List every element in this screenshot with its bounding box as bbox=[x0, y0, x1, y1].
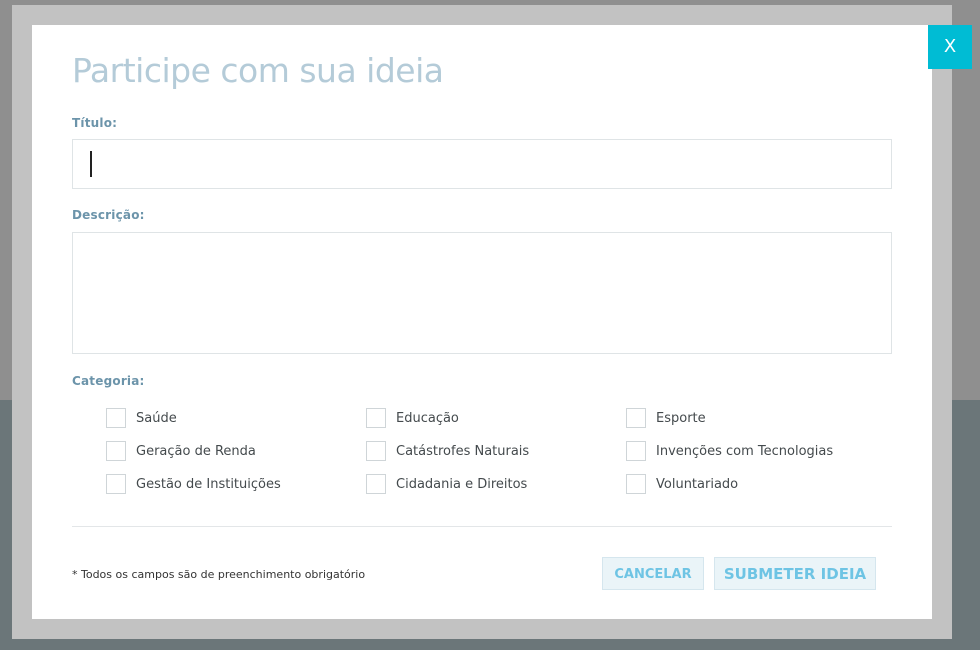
close-button[interactable]: X bbox=[928, 25, 972, 69]
checkbox[interactable] bbox=[106, 408, 126, 428]
category-option-invencoes-com-tecnologias[interactable]: Invenções com Tecnologias bbox=[626, 440, 833, 462]
checkbox[interactable] bbox=[626, 474, 646, 494]
description-field-label: Descrição: bbox=[72, 208, 145, 222]
category-option-esporte[interactable]: Esporte bbox=[626, 407, 706, 429]
title-field-label: Título: bbox=[72, 116, 118, 130]
category-option-educacao[interactable]: Educação bbox=[366, 407, 459, 429]
category-option-label: Catástrofes Naturais bbox=[396, 443, 530, 459]
category-option-cidadania-e-direitos[interactable]: Cidadania e Direitos bbox=[366, 473, 527, 495]
category-option-label: Voluntariado bbox=[656, 476, 739, 492]
category-option-voluntariado[interactable]: Voluntariado bbox=[626, 473, 738, 495]
title-input[interactable] bbox=[72, 139, 892, 189]
checkbox[interactable] bbox=[366, 441, 386, 461]
checkbox[interactable] bbox=[626, 441, 646, 461]
category-option-catastrofes-naturais[interactable]: Catástrofes Naturais bbox=[366, 440, 529, 462]
category-options: Saúde Educação Esporte Geração de Renda … bbox=[74, 382, 834, 494]
checkbox[interactable] bbox=[626, 408, 646, 428]
cancel-button[interactable]: CANCELAR bbox=[602, 557, 704, 590]
category-option-label: Geração de Renda bbox=[136, 443, 256, 459]
category-option-label: Esporte bbox=[656, 410, 706, 426]
category-option-label: Invenções com Tecnologias bbox=[656, 443, 834, 459]
category-option-label: Gestão de Instituições bbox=[136, 476, 281, 492]
checkbox[interactable] bbox=[366, 474, 386, 494]
checkbox[interactable] bbox=[106, 474, 126, 494]
checkbox[interactable] bbox=[106, 441, 126, 461]
category-option-saude[interactable]: Saúde bbox=[106, 407, 177, 429]
checkbox[interactable] bbox=[366, 408, 386, 428]
idea-modal: Participe com sua ideia Título: Descriçã… bbox=[32, 25, 932, 619]
category-option-geracao-de-renda[interactable]: Geração de Renda bbox=[106, 440, 256, 462]
text-caret bbox=[90, 151, 92, 177]
category-option-gestao-de-instituicoes[interactable]: Gestão de Instituições bbox=[106, 473, 281, 495]
divider bbox=[72, 526, 892, 527]
category-option-label: Saúde bbox=[136, 410, 177, 426]
description-textarea[interactable] bbox=[72, 232, 892, 354]
submit-idea-button[interactable]: SUBMETER IDEIA bbox=[714, 557, 876, 590]
category-option-label: Educação bbox=[396, 410, 459, 426]
required-fields-note: * Todos os campos são de preenchimento o… bbox=[72, 568, 366, 581]
category-option-label: Cidadania e Direitos bbox=[396, 476, 528, 492]
modal-title: Participe com sua ideia bbox=[72, 51, 444, 90]
